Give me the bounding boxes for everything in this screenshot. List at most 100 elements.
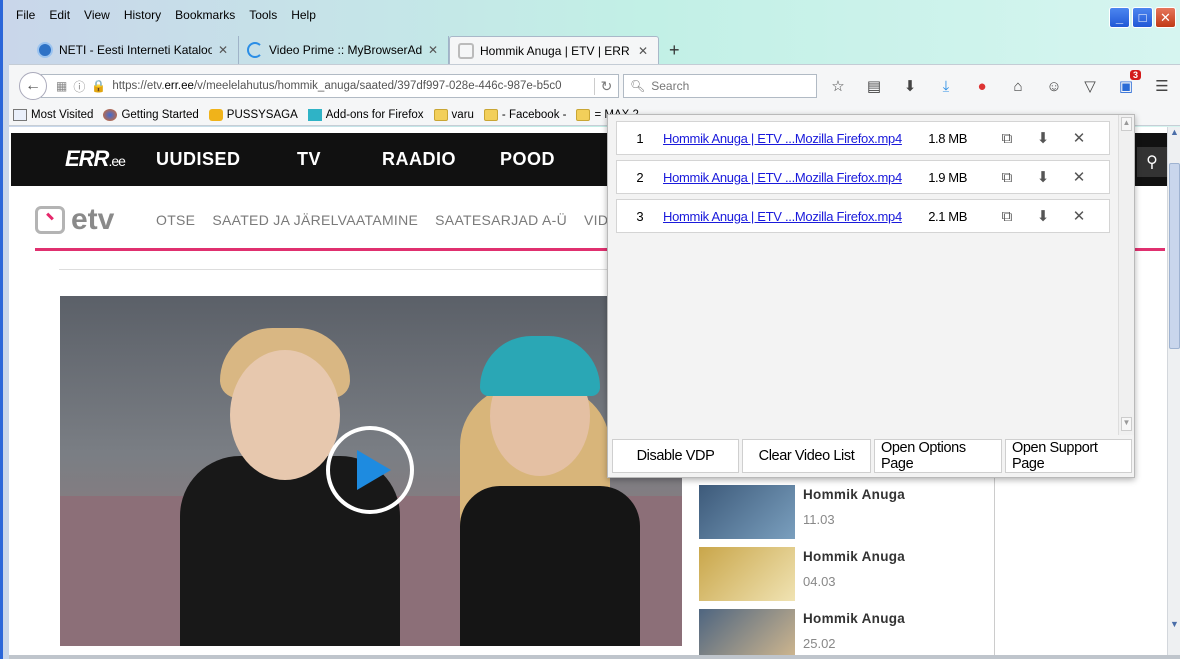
video-player[interactable]	[60, 296, 682, 646]
reload-icon[interactable]: ↻	[594, 77, 618, 95]
etv-logo-text: etv	[71, 203, 115, 236]
minimize-button[interactable]: _	[1109, 7, 1130, 28]
menu-history[interactable]: History	[117, 6, 168, 26]
etv-nav-saatesarjad[interactable]: SAATESARJAD A-Ü	[435, 212, 567, 228]
window-controls: _ □ ✕	[1109, 7, 1176, 28]
bookmark-label: Most Visited	[31, 108, 94, 121]
identity-icon[interactable]: ▦	[56, 79, 67, 93]
bookmark-pussysaga[interactable]: PUSSYSAGA	[208, 108, 298, 121]
close-tab-icon[interactable]: ✕	[218, 43, 228, 57]
nav-pood[interactable]: POOD	[500, 149, 555, 170]
pocket-icon[interactable]: ▽	[1079, 75, 1101, 97]
pussysaga-icon	[208, 108, 223, 121]
downloader-badge: 3	[1129, 70, 1141, 80]
copy-icon[interactable]: ⧉	[989, 169, 1025, 186]
download-arrow-icon[interactable]: ⬇	[1025, 207, 1061, 225]
bookmark-star-icon[interactable]: ☆	[827, 75, 849, 97]
tab-video-prime[interactable]: Video Prime :: MyBrowserAdd... ✕	[239, 36, 449, 64]
menu-hamburger-icon[interactable]: ☰	[1151, 75, 1173, 97]
play-button-icon[interactable]	[326, 426, 414, 514]
popup-scrollbar[interactable]: ▲ ▼	[1118, 115, 1134, 435]
new-tab-icon[interactable]: +	[659, 36, 690, 64]
loading-spinner-icon	[247, 42, 263, 58]
menu-tools[interactable]: Tools	[242, 6, 284, 26]
search-icon: ⚲	[1146, 154, 1158, 171]
back-button[interactable]: ←	[19, 72, 47, 100]
open-options-button[interactable]: Open Options Page	[874, 439, 1002, 473]
scroll-down-icon[interactable]: ▼	[1121, 417, 1132, 431]
close-tab-icon[interactable]: ✕	[638, 44, 648, 58]
close-tab-icon[interactable]: ✕	[428, 43, 438, 57]
browser-window: File Edit View History Bookmarks Tools H…	[0, 0, 1180, 659]
bookmark-addons[interactable]: Add-ons for Firefox	[307, 108, 424, 121]
remove-icon[interactable]: ✕	[1061, 168, 1097, 186]
related-video-item[interactable]: Hommik Anuga 25.02	[699, 609, 989, 655]
err-logo[interactable]: ERR.ee	[65, 146, 126, 172]
url-text[interactable]: https://etv.err.ee/v/meelelahutus/hommik…	[112, 80, 588, 92]
copy-icon[interactable]: ⧉	[989, 208, 1025, 225]
download-link[interactable]: Hommik Anuga | ETV ...Mozilla Firefox.mp…	[663, 170, 907, 185]
status-bar	[9, 655, 1180, 659]
download-row: 2 Hommik Anuga | ETV ...Mozilla Firefox.…	[616, 160, 1110, 194]
bookmark-most-visited[interactable]: Most Visited	[13, 108, 94, 121]
downloads-icon[interactable]: ⤓	[935, 75, 957, 97]
nav-raadio[interactable]: RAADIO	[382, 149, 456, 170]
tab-hommik-anuga[interactable]: Hommik Anuga | ETV | ERR ✕	[449, 36, 659, 64]
bookmark-folder-facebook[interactable]: - Facebook -	[483, 108, 567, 121]
etv-nav-saated[interactable]: SAATED JA JÄRELVAATAMINE	[212, 212, 418, 228]
download-link[interactable]: Hommik Anuga | ETV ...Mozilla Firefox.mp…	[663, 209, 907, 224]
close-window-button[interactable]: ✕	[1155, 7, 1176, 28]
bookmark-label: - Facebook -	[501, 108, 567, 121]
menu-view[interactable]: View	[77, 6, 117, 26]
search-placeholder: Search	[651, 79, 690, 93]
popup-button-row: Disable VDP Clear Video List Open Option…	[612, 439, 1132, 473]
download-size: 1.8 MB	[928, 130, 967, 146]
chat-icon[interactable]: ☺	[1043, 75, 1065, 97]
maximize-button[interactable]: □	[1132, 7, 1153, 28]
reading-list-icon[interactable]: ▤	[863, 75, 885, 97]
scroll-up-icon[interactable]: ▲	[1168, 127, 1180, 141]
disable-vdp-button[interactable]: Disable VDP	[612, 439, 739, 473]
menu-edit[interactable]: Edit	[42, 6, 77, 26]
download-number: 2	[636, 169, 644, 185]
etv-nav: OTSE SAATED JA JÄRELVAATAMINE SAATESARJA…	[156, 212, 639, 228]
download-size: 2.1 MB	[928, 208, 967, 224]
download-arrow-icon[interactable]: ⬇	[1025, 129, 1061, 147]
url-bar[interactable]: ▦ ⓘ 🔒 https://etv.err.ee/v/meelelahutus/…	[41, 74, 619, 98]
scrollbar-thumb[interactable]	[1169, 163, 1180, 349]
column-divider	[994, 472, 995, 655]
related-video-item[interactable]: Hommik Anuga 11.03	[699, 485, 989, 541]
site-search-button[interactable]: ⚲	[1137, 147, 1167, 177]
etv-nav-otse[interactable]: OTSE	[156, 212, 195, 228]
scroll-up-icon[interactable]: ▲	[1121, 117, 1132, 131]
nav-uudised[interactable]: UUDISED	[156, 149, 241, 170]
remove-icon[interactable]: ✕	[1061, 207, 1097, 225]
bookmark-getting-started[interactable]: Getting Started	[103, 108, 199, 121]
download-list: 1 Hommik Anuga | ETV ...Mozilla Firefox.…	[616, 121, 1110, 238]
bookmark-folder-varu[interactable]: varu	[433, 108, 474, 121]
menu-file[interactable]: File	[9, 6, 42, 26]
home-icon[interactable]: ⌂	[1007, 75, 1029, 97]
clear-video-list-button[interactable]: Clear Video List	[742, 439, 871, 473]
related-video-item[interactable]: Hommik Anuga 04.03	[699, 547, 989, 603]
open-support-button[interactable]: Open Support Page	[1005, 439, 1132, 473]
nav-tv[interactable]: TV	[297, 149, 321, 170]
info-icon[interactable]: ⓘ	[73, 78, 85, 95]
tab-neti[interactable]: NETI - Eesti Interneti Kataloo... ✕	[29, 36, 239, 64]
page-scrollbar[interactable]: ▲ ▼	[1167, 127, 1180, 655]
search-icon: 🔍︎	[630, 79, 646, 93]
video-downloader-icon[interactable]: ▣ 3	[1115, 70, 1141, 97]
download-arrow-icon[interactable]: ⬇	[1025, 168, 1061, 186]
remove-icon[interactable]: ✕	[1061, 129, 1097, 147]
bookmark-label: PUSSYSAGA	[226, 108, 298, 121]
scroll-down-icon[interactable]: ▼	[1168, 619, 1180, 633]
pocket-save-icon[interactable]: ⬇	[899, 75, 921, 97]
menu-help[interactable]: Help	[284, 6, 323, 26]
etv-logo[interactable]: etv	[35, 203, 114, 237]
copy-icon[interactable]: ⧉	[989, 130, 1025, 147]
search-input[interactable]: 🔍︎ Search	[623, 74, 817, 98]
menu-bookmarks[interactable]: Bookmarks	[168, 6, 242, 26]
download-link[interactable]: Hommik Anuga | ETV ...Mozilla Firefox.mp…	[663, 131, 907, 146]
puzzle-icon	[307, 108, 322, 121]
color-balls-icon[interactable]: ●	[971, 75, 993, 97]
